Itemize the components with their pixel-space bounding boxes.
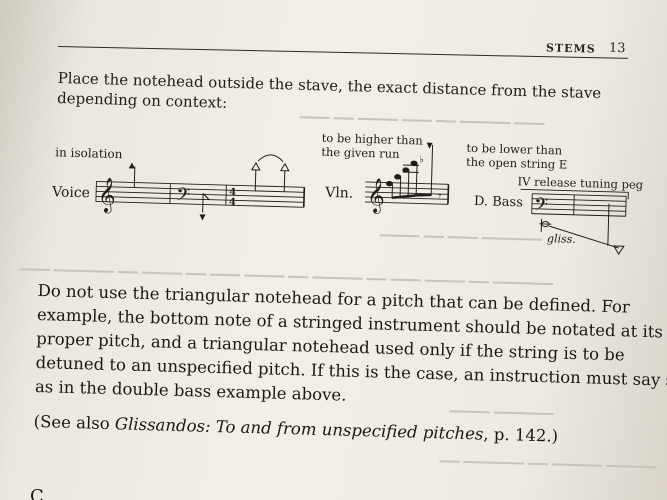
tie-curve [257, 154, 284, 163]
note-stem [607, 203, 610, 246]
see-also-note: (See also Glissandos: To and from unspec… [33, 410, 653, 451]
double-bass-label: D. Bass [474, 194, 523, 210]
triangle-notehead-icon [426, 142, 433, 149]
in-isolation-label: in isolation [55, 145, 123, 161]
tuning-peg-annotation: IV release tuning peg [517, 174, 644, 192]
gliss-label: gliss. [547, 232, 576, 246]
open-triangle-notehead-icon [279, 162, 290, 172]
higher-annotation-line-2: the given run [321, 145, 400, 161]
note-stem [283, 170, 286, 192]
music-example: in isolation Voice to be higher than the… [51, 131, 644, 256]
voice-label: Voice [51, 184, 90, 201]
bleed-through-text: ▁▁ ▁▁▁▁▁▁ ▁▁ ▁▁▁▁▁ ▁▁▁▁▁ [439, 448, 657, 470]
treble-clef-icon: 𝄞 [98, 178, 117, 214]
see-also-prefix: (See also [33, 411, 116, 434]
voice-staff [95, 181, 306, 208]
main-paragraph: Do not use the triangular notehead for a… [35, 279, 667, 417]
violin-label: Vln. [324, 185, 353, 202]
see-also-suffix: , p. 142.) [483, 424, 559, 446]
note-stem [254, 169, 257, 191]
cut-off-text: C [30, 486, 44, 500]
treble-clef-icon: 𝄞 [367, 178, 386, 214]
book-page: ▁▁▁ ▁▁ ▁▁▁▁ ▁▁▁ ▁▁ ▁▁▁▁▁ ▁▁▁ ▁▁▁▁ ▁▁ ▁▁▁… [0, 0, 667, 500]
lower-annotation-line-2: the open string E [466, 155, 568, 172]
open-triangle-notehead-icon [250, 161, 261, 171]
note-stem [202, 193, 204, 213]
triangle-notehead-icon [128, 162, 135, 169]
triangle-notehead-icon [199, 214, 206, 221]
note-stem [430, 144, 434, 196]
rest-icon: 𝄾 [438, 189, 442, 203]
note-stem [133, 166, 136, 188]
flat-sign-icon: ♭ [419, 154, 424, 165]
bass-clef-icon: 𝄢 [534, 195, 549, 220]
see-also-reference: Glissandos: To and from unspecified pitc… [114, 414, 484, 444]
bass-clef-icon: 𝄢 [176, 185, 191, 210]
time-signature-bottom: 4 [229, 197, 236, 208]
note-beam [416, 193, 432, 197]
